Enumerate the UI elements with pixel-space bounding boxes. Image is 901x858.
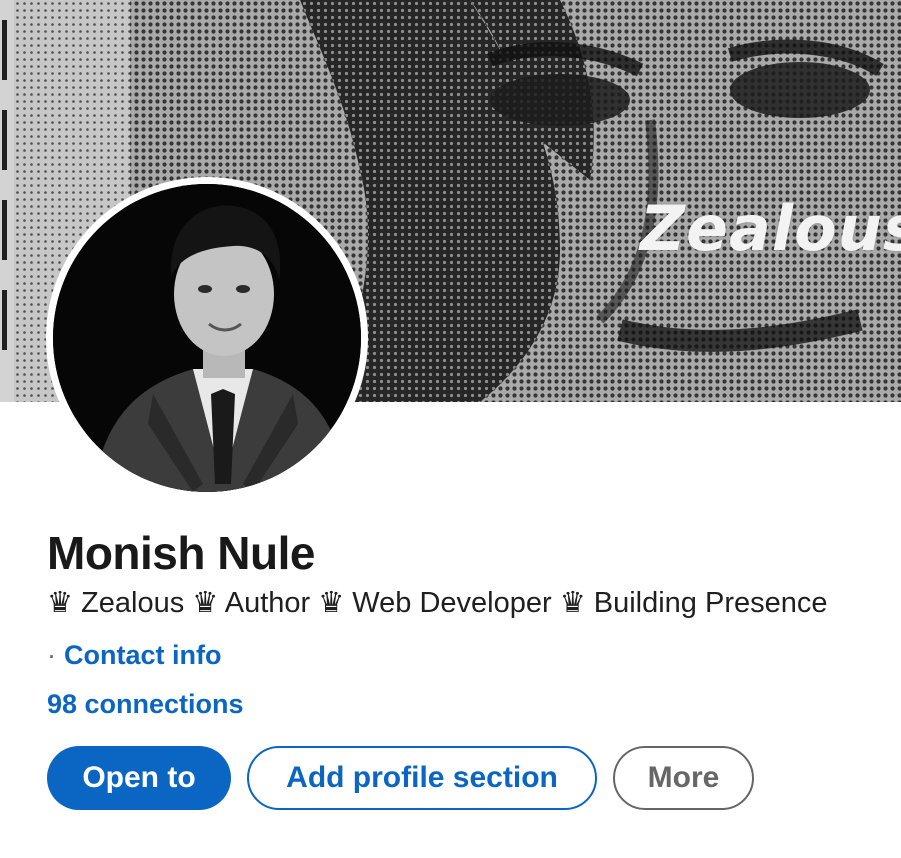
open-to-button[interactable]: Open to <box>47 746 231 810</box>
profile-headline: ♛ Zealous ♛ Author ♛ Web Developer ♛ Bui… <box>47 587 828 619</box>
connections-link[interactable]: 98 connections <box>47 689 244 719</box>
profile-name: Monish Nule <box>47 527 315 579</box>
avatar[interactable] <box>53 184 361 492</box>
banner-text: Zealous <box>640 192 901 265</box>
avatar-photo <box>53 184 361 492</box>
add-profile-section-button[interactable]: Add profile section <box>247 746 597 810</box>
contact-separator: · <box>47 640 56 670</box>
more-button[interactable]: More <box>613 746 754 810</box>
contact-row: · Contact info <box>47 640 221 671</box>
profile-card: Zealous Monish Nule ♛ Zealous ♛ Author ♛… <box>0 0 901 858</box>
connections-row: 98 connections <box>47 689 244 720</box>
contact-info-link[interactable]: Contact info <box>64 640 221 670</box>
